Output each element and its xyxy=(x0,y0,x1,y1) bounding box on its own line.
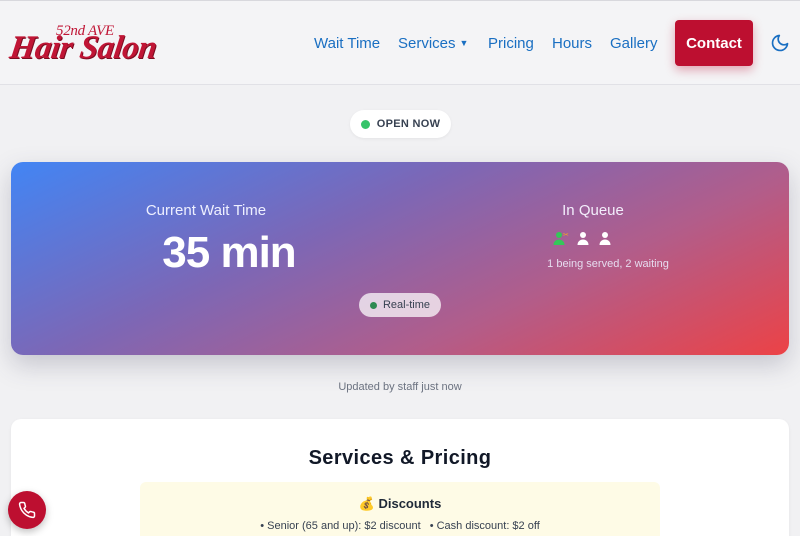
theme-toggle-button[interactable] xyxy=(770,33,790,53)
realtime-badge: Real-time xyxy=(359,293,441,317)
services-pricing-section: Services & Pricing 💰 Discounts • Senior … xyxy=(11,419,789,536)
nav-item-hours[interactable]: Hours xyxy=(552,35,592,52)
nav-item-services[interactable]: Services ▼ xyxy=(398,35,468,52)
chevron-down-icon: ▼ xyxy=(459,38,469,48)
queue-icons: ✂ xyxy=(553,230,613,246)
queue-label: In Queue xyxy=(562,202,624,219)
call-button[interactable] xyxy=(8,491,46,529)
person-waiting-icon xyxy=(599,232,611,245)
site-header: 52nd AVE Hair Salon Wait Time Services ▼ … xyxy=(0,0,800,85)
wait-time-card: Current Wait Time 35 min In Queue ✂ 1 be… xyxy=(11,162,789,355)
nav-item-wait-time[interactable]: Wait Time xyxy=(314,35,380,52)
realtime-label: Real-time xyxy=(382,299,431,311)
status-dot xyxy=(360,119,370,129)
contact-button[interactable]: Contact xyxy=(675,20,753,66)
salon-logo[interactable]: 52nd AVE Hair Salon xyxy=(7,21,195,69)
realtime-dot xyxy=(369,301,377,309)
person-waiting-icon xyxy=(577,232,589,245)
svg-text:✂: ✂ xyxy=(563,231,569,239)
nav-item-services-label: Services xyxy=(398,35,456,52)
wait-time-value: 35 min xyxy=(162,228,296,277)
wait-time-label: Current Wait Time xyxy=(145,202,267,219)
phone-icon xyxy=(18,501,36,519)
person-being-served-icon: ✂ xyxy=(553,231,569,245)
discount-item: • Senior (65 and up): $2 discount xyxy=(260,520,421,532)
section-title: Services & Pricing xyxy=(308,447,492,469)
discount-item: • Cash discount: $2 off xyxy=(429,520,540,532)
open-status-badge: OPEN NOW xyxy=(350,110,451,138)
discounts-list: • Senior (65 and up): $2 discount • Cash… xyxy=(140,520,660,532)
discounts-box: 💰 Discounts • Senior (65 and up): $2 dis… xyxy=(140,482,660,536)
nav-item-gallery[interactable]: Gallery xyxy=(610,35,658,52)
moon-icon xyxy=(771,34,789,52)
open-status-label: OPEN NOW xyxy=(376,118,441,130)
queue-summary: 1 being served, 2 waiting xyxy=(547,258,669,270)
nav-item-pricing[interactable]: Pricing xyxy=(488,35,534,52)
discounts-title: 💰 Discounts xyxy=(358,496,442,511)
updated-note: Updated by staff just now xyxy=(338,381,462,393)
logo-title: Hair Salon xyxy=(7,30,159,66)
